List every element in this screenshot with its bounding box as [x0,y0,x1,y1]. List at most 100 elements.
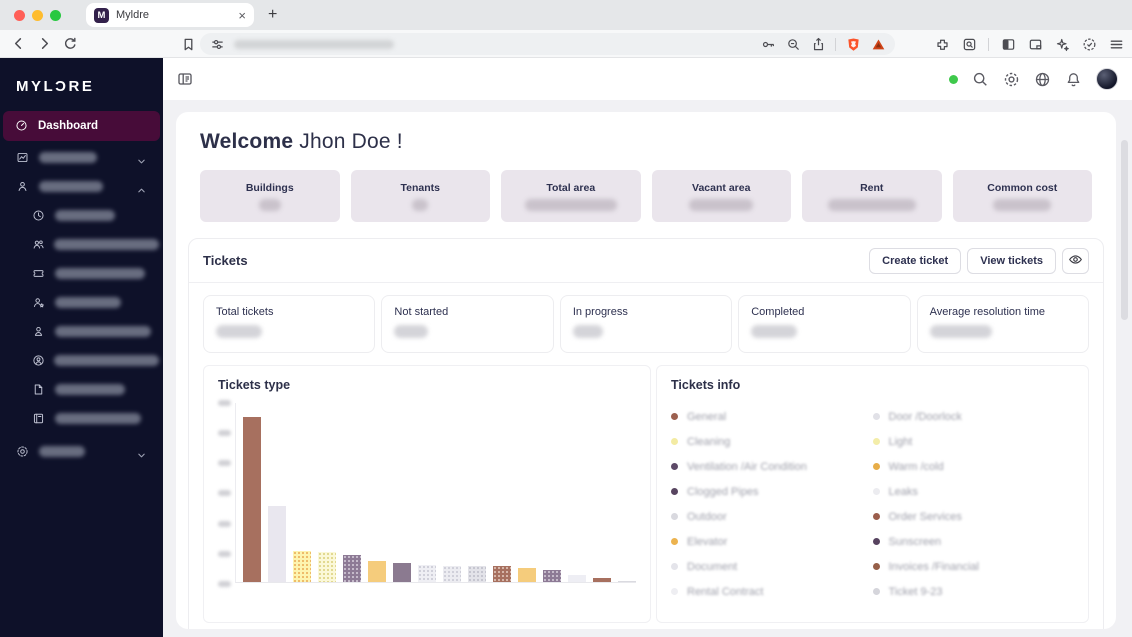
legend-label: Light [888,435,913,448]
gear-icon[interactable] [1003,71,1020,88]
ticket-stat-value-redacted [216,325,262,338]
legend-dot [671,538,678,545]
redacted-label [55,297,121,308]
vpn-shield-icon[interactable] [1081,36,1097,52]
screen: M Myldre × + MYLƆRE Dashboard Welcome Jh… [0,0,1132,637]
view-tickets-button[interactable]: View tickets [967,247,1056,274]
new-tab-button[interactable]: + [268,6,277,24]
share-icon[interactable] [810,36,826,52]
sidebar-item-redacted-sub-1[interactable] [4,201,159,230]
zoom-out-icon[interactable] [785,36,801,52]
tickets-section: Tickets Create ticket View tickets Total… [188,238,1104,629]
y-tick-label-redacted [218,580,231,587]
sidebar-item-dashboard[interactable]: Dashboard [3,111,160,141]
legend-label: Rental Contract [687,585,764,598]
browser-toolbar [0,30,1132,58]
legend-dot [872,488,880,495]
summary-card: Buildings [200,170,340,222]
sidebar-item-settings[interactable] [4,437,159,466]
legend-dot [872,513,880,520]
redacted-label [55,384,125,395]
brave-rewards-icon[interactable] [870,36,886,52]
summary-card-title: Rent [860,181,884,194]
welcome-word: Welcome [200,130,294,153]
leo-sparkle-icon[interactable] [1054,36,1070,52]
bar [318,552,336,582]
search-icon[interactable] [972,71,989,88]
url-bar[interactable] [200,33,895,55]
legend-item: Light [872,429,1075,454]
sidebar-item-redacted-sub-6[interactable] [4,346,159,375]
legend-label: Leaks [888,485,918,498]
legend-item: Leaks [872,479,1075,504]
ticket-stat-value-redacted [751,325,798,338]
ticket-stat-value-redacted [572,325,603,338]
sidebar-item-redacted-sub-5[interactable] [4,317,159,346]
legend-item: Cleaning [671,429,873,454]
bookmark-icon[interactable] [180,36,196,52]
close-tab-icon[interactable]: × [238,9,246,22]
bar [293,550,311,582]
book-icon [32,412,46,426]
tickets-type-panel: Tickets type [203,365,651,623]
sidebar-item-redacted-sub-4[interactable] [4,288,159,317]
sidebar-toggle-icon[interactable] [1000,36,1016,52]
create-ticket-button[interactable]: Create ticket [869,247,962,274]
brave-shield-icon[interactable] [845,36,861,52]
y-axis-labels [218,400,235,587]
chart-image-icon [16,151,30,165]
search-tabs-icon[interactable] [961,36,977,52]
ticket-stat-title: Average resolution time [929,306,1045,318]
app-logo: MYLƆRE [16,78,95,95]
bar-chart [218,400,636,587]
sidebar-item-redacted-sub-2[interactable] [4,230,159,259]
sidebar-item-redacted-sub-8[interactable] [4,404,159,433]
wallet-icon[interactable] [1027,36,1043,52]
legend-item: Clogged Pipes [671,479,873,504]
forward-icon[interactable] [36,36,52,52]
browser-tab-strip: M Myldre × + [0,0,1132,30]
legend-label: Outdoor [687,510,727,523]
legend-column: General Cleaning Ventilation /Air Conditio… [671,404,873,604]
traffic-light-minimize[interactable] [32,9,43,21]
tune-icon[interactable] [209,36,225,52]
sidebar-collapse-icon[interactable] [177,71,193,92]
page-title: Welcome Jhon Doe ! [200,130,1116,154]
sidebar-item-redacted-sub-7[interactable] [4,375,159,404]
avatar[interactable] [1096,68,1118,90]
user-name: Jhon Doe ! [293,130,403,153]
extensions-icon[interactable] [934,36,950,52]
traffic-light-close[interactable] [14,9,25,21]
ticket-stat-title: Total tickets [216,306,274,318]
reload-icon[interactable] [62,36,78,52]
legend-item: Order Services [872,504,1075,529]
globe-icon[interactable] [1034,71,1051,88]
bar [268,505,286,582]
browser-tab[interactable]: M Myldre × [86,3,254,27]
y-tick-label-redacted [218,550,231,557]
sidebar-item-redacted-sub-3[interactable] [4,259,159,288]
bell-icon[interactable] [1065,71,1082,88]
ticket-stat-value-redacted [929,325,992,338]
bar [393,563,411,582]
sidebar-item-redacted-group-2[interactable] [4,172,159,201]
legend-item: Document [671,554,873,579]
ticket-stat-card: Average resolution time [916,295,1090,353]
visibility-toggle-button[interactable] [1062,247,1089,274]
summary-cards-row: Buildings Tenants Total area Vacant area Ren… [200,170,1092,222]
legend-item: Rental Contract [671,579,873,604]
scrollbar-thumb[interactable] [1121,140,1128,320]
bar [343,555,361,582]
legend-label: Invoices /Financial [888,560,980,573]
legend-item: General [671,404,873,429]
users-icon [32,238,45,252]
menu-icon[interactable] [1108,36,1124,52]
sidebar-item-redacted-group-1[interactable] [4,143,159,172]
key-icon[interactable] [760,36,776,52]
summary-card-title: Buildings [245,181,294,194]
ticket-stat-title: Not started [394,306,449,318]
legend-dot [872,463,880,470]
traffic-light-zoom[interactable] [50,9,61,21]
back-icon[interactable] [10,36,26,52]
ticket-stat-value-redacted [394,325,429,338]
